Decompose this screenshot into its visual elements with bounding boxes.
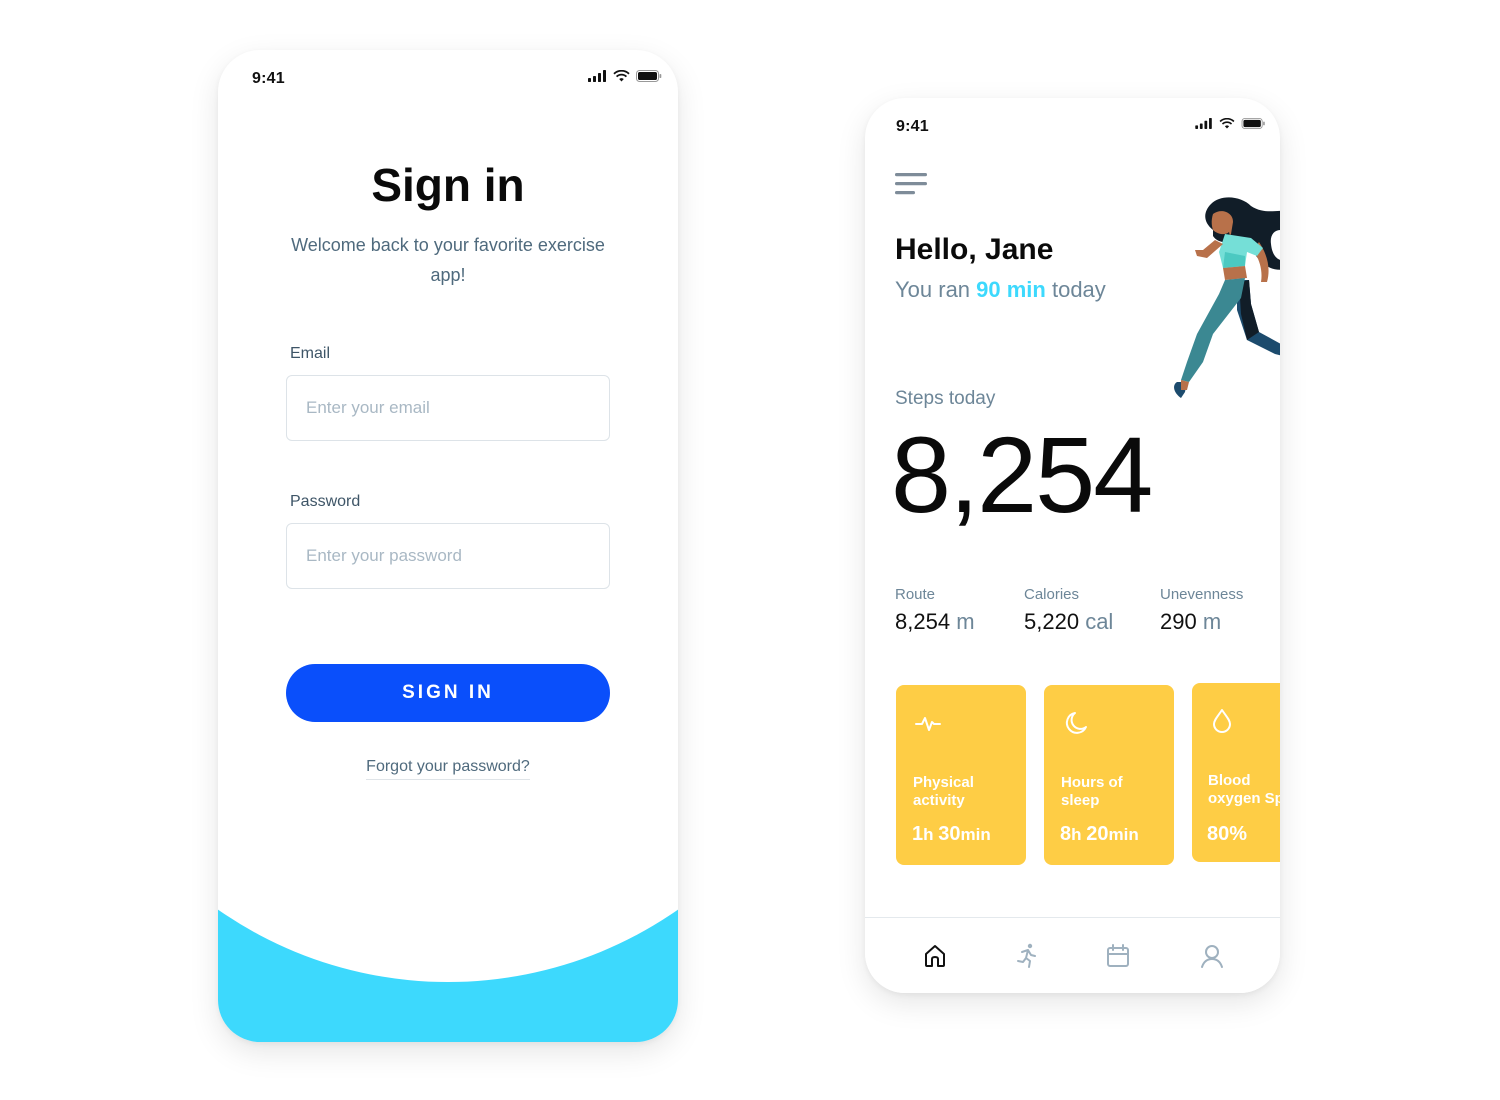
metric-unevenness: Unevenness 290 m [1160, 586, 1243, 635]
run-duration-highlight: 90 min [976, 277, 1046, 302]
card-hours-of-sleep[interactable]: Hours of sleep 8h 20min [1044, 685, 1174, 865]
running-icon[interactable] [1013, 942, 1041, 970]
steps-value: 8,254 [891, 414, 1153, 535]
running-woman-illustration [1174, 197, 1280, 398]
metric-value: 5,220 cal [1024, 609, 1113, 635]
card-value: 1h 30min [912, 823, 991, 846]
metric-label: Unevenness [1160, 586, 1244, 603]
page-title: Sign in [371, 159, 525, 211]
user-icon[interactable] [1198, 942, 1226, 970]
metric-number: 5,220 [1024, 609, 1080, 634]
card-title: Bloodoxygen SpO2 [1208, 772, 1280, 808]
dashboard-phone-screen: 9:41 Hello, Jane You ran 90 min today St… [865, 98, 1280, 993]
metric-calories: Calories 5,220 cal [1024, 586, 1113, 635]
status-icons [588, 70, 662, 82]
card-physical-activity[interactable]: Physical activity 1h 30min [896, 685, 1026, 865]
metric-value: 290 m [1160, 609, 1243, 635]
calendar-icon[interactable] [1104, 942, 1132, 970]
card-title-line: Blood [1208, 772, 1251, 789]
card-title-line: Hours of [1061, 774, 1123, 791]
card-title: Hours of sleep [1061, 774, 1123, 810]
value-minutes: 30 [938, 823, 961, 845]
wifi-icon [1219, 118, 1235, 129]
card-value: 8h 20min [1060, 823, 1139, 846]
status-bar: 9:41 [865, 98, 1280, 148]
bottom-tab-bar [865, 917, 1280, 993]
run-summary-suffix: today [1045, 277, 1106, 302]
card-value: 80% [1207, 823, 1247, 846]
run-summary: You ran 90 min today [895, 277, 1106, 303]
status-time: 9:41 [896, 118, 929, 135]
password-field[interactable] [286, 523, 610, 589]
value-hours-unit: h [1071, 825, 1087, 844]
metric-label: Calories [1024, 586, 1080, 603]
battery-icon [1241, 118, 1265, 129]
value-minutes-unit: min [1108, 825, 1139, 844]
decorative-wave [218, 186, 678, 1042]
water-drop-icon [1213, 709, 1231, 733]
status-time: 9:41 [252, 70, 285, 87]
home-icon[interactable] [921, 942, 949, 970]
run-summary-prefix: You ran [895, 277, 977, 302]
metric-value: 8,254 m [895, 609, 975, 635]
value-percent: 80% [1207, 823, 1248, 845]
email-label: Email [290, 345, 331, 362]
wifi-icon [613, 70, 630, 82]
card-title-line: Physical [913, 774, 974, 791]
value-minutes-unit: min [960, 825, 991, 844]
moon-icon [1065, 712, 1087, 734]
heartbeat-icon [915, 717, 941, 731]
steps-label: Steps today [895, 388, 996, 409]
cellular-signal-icon [588, 70, 606, 82]
card-title: Physical activity [913, 774, 974, 810]
card-title-line: sleep [1061, 792, 1100, 809]
status-bar: 9:41 [218, 50, 678, 100]
metric-label: Route [895, 586, 936, 603]
sign-in-button[interactable]: SIGN IN [286, 664, 610, 722]
hamburger-menu-icon[interactable] [895, 172, 927, 198]
metric-unit: cal [1085, 609, 1114, 634]
metric-number: 290 [1160, 609, 1197, 634]
status-icons [1195, 118, 1266, 129]
cellular-signal-icon [1195, 118, 1212, 129]
metric-unit: m [1202, 609, 1222, 634]
greeting-title: Hello, Jane [895, 233, 1054, 266]
card-title-line: activity [913, 792, 965, 809]
value-minutes: 20 [1086, 823, 1109, 845]
forgot-password-label: Forgot your password? [366, 758, 530, 780]
metric-route: Route 8,254 m [895, 586, 975, 635]
card-blood-oxygen[interactable]: Bloodoxygen SpO2 80% [1192, 683, 1280, 862]
forgot-password-link[interactable]: Forgot your password? [218, 758, 678, 780]
password-label: Password [290, 493, 361, 510]
page-subtitle: Welcome back to your favorite exercise a… [291, 235, 605, 285]
battery-icon [636, 70, 662, 82]
metric-unit: m [956, 609, 975, 634]
signin-phone-screen: 9:41 Sign in Welcome back to your favori… [218, 50, 678, 1042]
card-title-line: oxygen SpO2 [1208, 790, 1280, 807]
metric-number: 8,254 [895, 609, 951, 634]
value-hours: 8 [1060, 823, 1072, 845]
value-hours: 1 [912, 823, 924, 845]
value-hours-unit: h [923, 825, 939, 844]
email-field[interactable] [286, 375, 610, 441]
